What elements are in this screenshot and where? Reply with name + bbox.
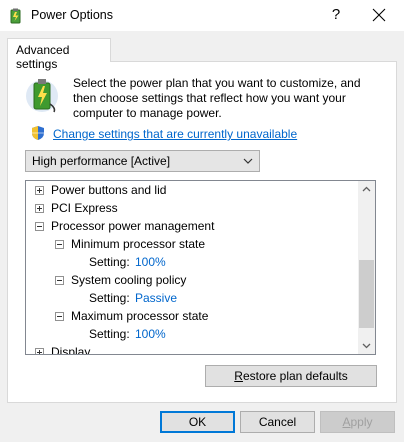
tree-item-label: Display bbox=[51, 345, 91, 354]
tree-item-min-processor-state[interactable]: Minimum processor state bbox=[26, 235, 360, 253]
collapse-icon[interactable] bbox=[55, 276, 64, 285]
battery-plan-icon bbox=[26, 79, 58, 113]
button-label: estore plan defaults bbox=[242, 369, 348, 383]
power-options-icon bbox=[10, 8, 21, 24]
expand-icon[interactable] bbox=[35, 186, 44, 195]
tree-item-label: PCI Express bbox=[51, 201, 118, 215]
tree-item-power-buttons[interactable]: Power buttons and lid bbox=[26, 181, 360, 199]
tab-advanced-settings[interactable]: Advanced settings bbox=[7, 38, 111, 71]
tree-item-processor-power[interactable]: Processor power management bbox=[26, 217, 360, 235]
close-icon bbox=[372, 8, 386, 22]
restore-plan-defaults-button[interactable]: Restore plan defaults bbox=[205, 365, 377, 387]
tree-item-max-processor-state[interactable]: Maximum processor state bbox=[26, 307, 360, 325]
tree-item-system-cooling-policy[interactable]: System cooling policy bbox=[26, 271, 360, 289]
uac-shield-icon bbox=[32, 126, 44, 140]
setting-label: Setting: bbox=[89, 255, 130, 269]
ok-button[interactable]: OK bbox=[160, 411, 235, 433]
power-plan-value: High performance [Active] bbox=[32, 154, 171, 168]
setting-label: Setting: bbox=[89, 291, 130, 305]
change-settings-link[interactable]: Change settings that are currently unava… bbox=[53, 127, 297, 141]
window-title: Power Options bbox=[31, 8, 113, 22]
tree-item-label: Power buttons and lid bbox=[51, 183, 167, 197]
scroll-up-arrow-icon[interactable] bbox=[358, 181, 375, 198]
setting-value[interactable]: 100% bbox=[135, 325, 166, 343]
cancel-button[interactable]: Cancel bbox=[240, 411, 315, 433]
tree-item-label: Processor power management bbox=[51, 219, 215, 233]
setting-value[interactable]: 100% bbox=[135, 253, 166, 271]
tree-item-setting[interactable]: Setting: Passive bbox=[26, 289, 360, 307]
intro-text: Select the power plan that you want to c… bbox=[73, 76, 361, 120]
accelerator-key: R bbox=[234, 369, 243, 383]
vertical-scrollbar[interactable] bbox=[358, 181, 375, 354]
settings-tree[interactable]: Power buttons and lid PCI Express Proces… bbox=[25, 180, 376, 355]
setting-value[interactable]: Passive bbox=[135, 289, 177, 307]
collapse-icon[interactable] bbox=[35, 222, 44, 231]
accelerator-key: A bbox=[342, 415, 351, 429]
setting-label: Setting: bbox=[89, 327, 130, 341]
collapse-icon[interactable] bbox=[55, 312, 64, 321]
tree-item-setting[interactable]: Setting: 100% bbox=[26, 325, 360, 343]
scrollbar-thumb[interactable] bbox=[359, 260, 374, 328]
tree-item-label: Maximum processor state bbox=[71, 309, 209, 323]
expand-icon[interactable] bbox=[35, 348, 44, 354]
expand-icon[interactable] bbox=[35, 204, 44, 213]
collapse-icon[interactable] bbox=[55, 240, 64, 249]
tree-item-label: Minimum processor state bbox=[71, 237, 206, 251]
chevron-down-icon bbox=[243, 158, 253, 164]
power-plan-select[interactable]: High performance [Active] bbox=[25, 150, 260, 172]
scroll-down-arrow-icon[interactable] bbox=[358, 337, 375, 354]
help-button[interactable]: ? bbox=[324, 4, 348, 26]
title-bar: Power Options ? bbox=[0, 0, 404, 31]
tree-item-display[interactable]: Display bbox=[26, 343, 360, 354]
button-label: pply bbox=[350, 415, 373, 429]
tree-item-label: System cooling policy bbox=[71, 273, 187, 287]
tree-item-pci-express[interactable]: PCI Express bbox=[26, 199, 360, 217]
tree-item-setting[interactable]: Setting: 100% bbox=[26, 253, 360, 271]
apply-button[interactable]: Apply bbox=[320, 411, 395, 433]
close-button[interactable] bbox=[366, 4, 392, 26]
